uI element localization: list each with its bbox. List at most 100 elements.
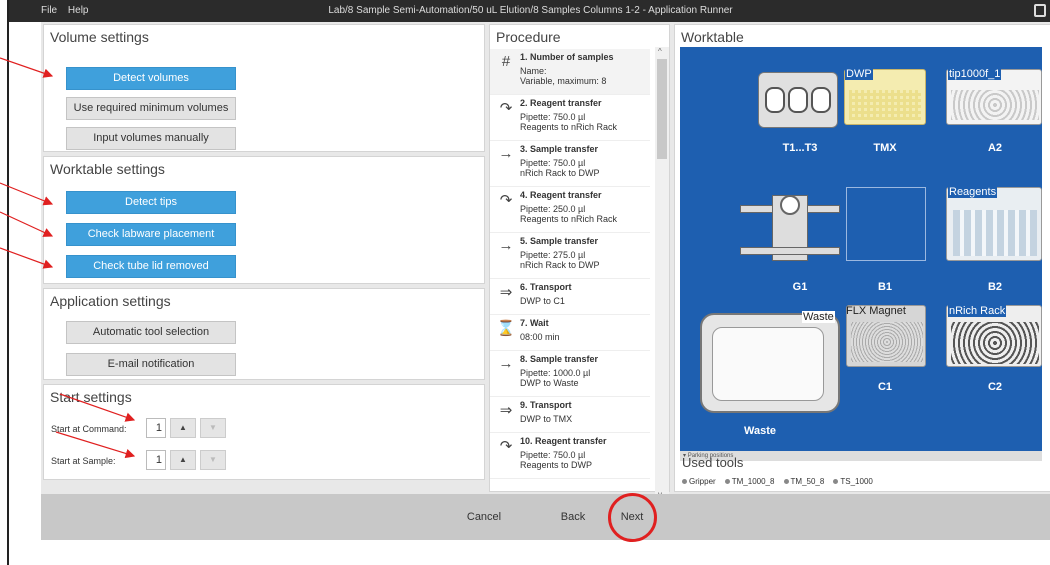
gripper-icon[interactable] xyxy=(740,187,840,267)
step-name: 9. Transport xyxy=(520,400,572,410)
position-label-g1: G1 xyxy=(792,281,808,293)
procedure-step[interactable]: ↷ 4. Reagent transfer Pipette: 250.0 µl Rea… xyxy=(490,187,650,233)
procedure-step[interactable]: → 3. Sample transfer Pipette: 750.0 µl nRic… xyxy=(490,141,650,187)
use-minimum-volumes-button[interactable]: Use required minimum volumes xyxy=(66,97,236,120)
position-label-c1: C1 xyxy=(877,381,893,393)
position-label-t: T1...T3 xyxy=(782,142,818,154)
start-command-input[interactable]: 1 xyxy=(146,418,166,438)
labware-label-tip: tip1000f_1 xyxy=(948,68,1002,80)
tool-item: TS_1000 xyxy=(833,477,873,486)
procedure-step[interactable]: ↷ 2. Reagent transfer Pipette: 750.0 µl Rea… xyxy=(490,95,650,141)
detect-volumes-button[interactable]: Detect volumes xyxy=(66,67,236,90)
procedure-step[interactable]: → 5. Sample transfer Pipette: 275.0 µl nRic… xyxy=(490,233,650,279)
application-settings-panel: Application settings Automatic tool sele… xyxy=(43,288,485,380)
step-type-icon: ⌛ xyxy=(496,320,516,337)
title-bar: File Help Lab/8 Sample Semi-Automation/5… xyxy=(9,0,1050,22)
step-detail: Pipette: 250.0 µl xyxy=(520,204,586,214)
step-name: 6. Transport xyxy=(520,282,572,292)
step-detail: Reagents to nRich Rack xyxy=(520,214,618,224)
position-label-tmx: TMX xyxy=(873,142,897,154)
step-detail: Reagents to nRich Rack xyxy=(520,122,618,132)
step-name: 10. Reagent transfer xyxy=(520,436,607,446)
start-sample-decrement-button[interactable]: ▼ xyxy=(200,450,226,470)
start-sample-increment-button[interactable]: ▲ xyxy=(170,450,196,470)
procedure-list: #1. Number of samples Name: Variable, maxi… xyxy=(490,49,662,497)
step-detail: DWP to TMX xyxy=(520,414,573,424)
check-tube-lid-removed-button[interactable]: Check tube lid removed xyxy=(66,255,236,278)
start-sample-input[interactable]: 1 xyxy=(146,450,166,470)
labware-label-dwp: DWP xyxy=(845,68,873,80)
waste-container[interactable] xyxy=(700,313,840,413)
position-label-b1: B1 xyxy=(877,281,893,293)
scrollbar-thumb[interactable] xyxy=(657,59,667,159)
b1-slot[interactable] xyxy=(846,187,926,261)
step-detail: Name: xyxy=(520,66,547,76)
step-detail: Variable, maximum: 8 xyxy=(520,76,607,86)
labware-label-flx: FLX Magnet xyxy=(846,305,906,317)
window-icon[interactable] xyxy=(1034,4,1046,17)
procedure-panel: Procedure #1. Number of samples Name: Vari… xyxy=(489,24,670,499)
panel-title: Start settings xyxy=(50,389,132,405)
step-type-icon: → xyxy=(498,237,514,254)
step-type-icon: ⇒ xyxy=(499,284,513,301)
position-label-a2: A2 xyxy=(987,142,1003,154)
tool-item: TM_1000_8 xyxy=(724,477,774,486)
position-label-b2: B2 xyxy=(987,281,1003,293)
panel-title: Application settings xyxy=(50,293,171,309)
tube-holder-icon[interactable] xyxy=(758,72,838,128)
step-type-icon: → xyxy=(498,355,514,372)
step-type-icon: # xyxy=(501,53,511,70)
window-frame: File Help Lab/8 Sample Semi-Automation/5… xyxy=(7,0,1050,565)
step-detail: Pipette: 1000.0 µl xyxy=(520,368,591,378)
start-command-increment-button[interactable]: ▲ xyxy=(170,418,196,438)
labware-label-reagents: Reagents xyxy=(948,186,998,198)
step-detail: Pipette: 275.0 µl xyxy=(520,250,586,260)
cancel-button[interactable]: Cancel xyxy=(459,505,509,529)
procedure-step[interactable]: ↷ 10. Reagent transfer Pipette: 750.0 µl Re… xyxy=(490,433,650,479)
tool-item: Gripper xyxy=(682,477,716,486)
back-button[interactable]: Back xyxy=(553,505,593,529)
panel-title: Worktable xyxy=(681,29,744,45)
volume-settings-panel: Volume settings Detect volumes Use requi… xyxy=(43,24,485,152)
automatic-tool-selection-button[interactable]: Automatic tool selection xyxy=(66,321,236,344)
check-labware-placement-button[interactable]: Check labware placement xyxy=(66,223,236,246)
step-detail: Pipette: 750.0 µl xyxy=(520,158,586,168)
input-volumes-manually-button[interactable]: Input volumes manually xyxy=(66,127,236,150)
step-detail: DWP to Waste xyxy=(520,378,579,388)
procedure-step[interactable]: → 8. Sample transfer Pipette: 1000.0 µl DWP… xyxy=(490,351,650,397)
position-label-waste: Waste xyxy=(744,425,776,437)
worktable-panel: Worktable T1...T3 DWP TMX tip1000f_1 A2 … xyxy=(674,24,1050,492)
start-settings-panel: Start settings Start at Command: 1 ▲ ▼ S… xyxy=(43,384,485,480)
panel-title: Volume settings xyxy=(50,29,149,45)
window-title: Lab/8 Sample Semi-Automation/50 uL Eluti… xyxy=(328,5,733,16)
procedure-step[interactable]: ⇒ 9. Transport DWP to TMX xyxy=(490,397,650,433)
step-detail: Pipette: 750.0 µl xyxy=(520,450,586,460)
procedure-step[interactable]: ⇒ 6. Transport DWP to C1 xyxy=(490,279,650,315)
step-name: 2. Reagent transfer xyxy=(520,98,602,108)
detect-tips-button[interactable]: Detect tips xyxy=(66,191,236,214)
worktable-settings-panel: Worktable settings Detect tips Check lab… xyxy=(43,156,485,284)
step-name: 8. Sample transfer xyxy=(520,354,599,364)
scroll-up-icon[interactable]: ^ xyxy=(658,47,662,56)
procedure-scrollbar[interactable]: ^ v xyxy=(655,47,669,499)
procedure-step[interactable]: ⌛ 7. Wait 08:00 min xyxy=(490,315,650,351)
procedure-step[interactable]: #1. Number of samples Name: Variable, maxi… xyxy=(490,49,650,95)
worktable-view[interactable]: T1...T3 DWP TMX tip1000f_1 A2 G1 B1 Reag… xyxy=(680,47,1042,451)
step-detail: nRich Rack to DWP xyxy=(520,168,600,178)
start-command-decrement-button[interactable]: ▼ xyxy=(200,418,226,438)
step-type-icon: ↷ xyxy=(499,438,513,455)
reagents-trough[interactable] xyxy=(946,187,1042,261)
start-command-label: Start at Command: xyxy=(51,424,127,434)
step-name: 1. Number of samples xyxy=(520,52,614,62)
step-detail: DWP to C1 xyxy=(520,296,565,306)
step-detail: nRich Rack to DWP xyxy=(520,260,600,270)
start-sample-label: Start at Sample: xyxy=(51,456,116,466)
labware-label-waste: Waste xyxy=(802,311,835,323)
step-type-icon: ⇒ xyxy=(499,402,513,419)
footer-bar: Cancel Back Next xyxy=(41,494,1050,540)
next-highlight-circle xyxy=(608,493,657,542)
step-detail: Reagents to DWP xyxy=(520,460,593,470)
application-runner: Volume settings Detect volumes Use requi… xyxy=(41,22,1050,542)
email-notification-button[interactable]: E-mail notification xyxy=(66,353,236,376)
position-label-c2: C2 xyxy=(987,381,1003,393)
